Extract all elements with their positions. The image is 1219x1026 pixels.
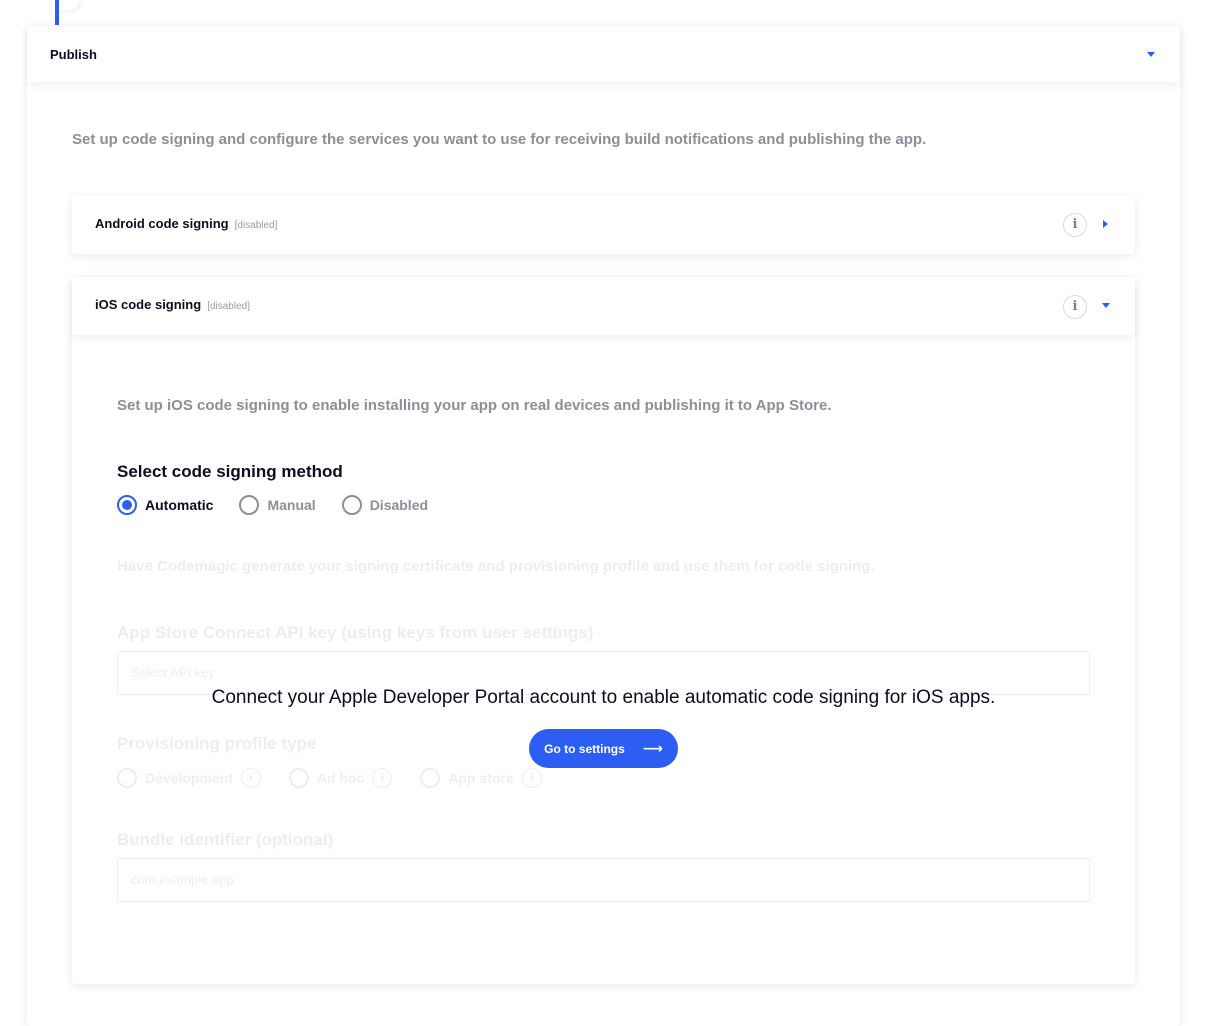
previous-panel-corner — [58, 0, 80, 10]
caret-right-icon[interactable] — [1103, 220, 1108, 228]
publish-header[interactable]: Publish — [27, 26, 1180, 82]
ios-title-text: iOS code signing — [95, 297, 202, 312]
info-icon[interactable]: i — [1063, 295, 1087, 319]
go-to-settings-label: Go to settings — [544, 741, 625, 756]
radio-disabled-label: Disabled — [369, 497, 429, 513]
radio-empty-icon[interactable] — [239, 495, 260, 515]
automatic-intro-text: Have Codemagic generate your signing cer… — [117, 558, 875, 575]
ios-code-signing-section: iOS code signing [disabled] i Set up iOS … — [72, 277, 1135, 984]
caret-down-icon[interactable] — [1102, 303, 1110, 308]
ios-description: Set up iOS code signing to enable instal… — [117, 397, 832, 414]
radio-selected-icon[interactable] — [117, 495, 137, 515]
method-heading: Select code signing method — [117, 462, 343, 481]
profile-type-label: Provisioning profile type — [117, 734, 317, 753]
radio-empty-icon[interactable] — [341, 495, 362, 515]
publish-panel: Publish Set up code signing and configur… — [27, 26, 1180, 1026]
radio-empty-icon — [117, 768, 137, 788]
bundle-id-placeholder: com.example.app — [131, 872, 234, 887]
radio-empty-icon — [288, 768, 309, 788]
bundle-id-input: com.example.app — [117, 858, 1090, 902]
radio-manual-label: Manual — [267, 497, 316, 513]
publish-title: Publish — [50, 47, 97, 62]
ios-section-title: iOS code signing [disabled] — [95, 297, 250, 312]
android-section-title: Android code signing [disabled] — [95, 216, 277, 231]
disabled-form-preview: Have Codemagic generate your signing cer… — [72, 277, 1135, 984]
info-icon: i — [521, 768, 542, 788]
profile-type-radio-group: Development i Ad hoc i App store i — [117, 768, 570, 788]
radio-disabled[interactable]: Disabled — [341, 495, 429, 515]
radio-automatic-label: Automatic — [145, 497, 214, 513]
radio-automatic[interactable]: Automatic — [117, 495, 213, 515]
radio-manual[interactable]: Manual — [239, 495, 316, 515]
publish-description: Set up code signing and configure the se… — [72, 131, 927, 148]
go-to-settings-button[interactable]: Go to settings ⟶ — [529, 729, 678, 768]
connect-account-message: Connect your Apple Developer Portal acco… — [211, 687, 996, 708]
android-code-signing-section: Android code signing [disabled] i — [72, 196, 1135, 254]
info-icon: i — [240, 768, 261, 788]
signing-method-radio-group: Automatic Manual Disabled — [117, 495, 454, 515]
profile-adhoc-label: Ad hoc — [316, 770, 365, 786]
radio-empty-icon — [420, 768, 441, 788]
info-icon: i — [372, 768, 393, 788]
profile-development-label: Development — [145, 770, 233, 786]
android-title-text: Android code signing — [95, 216, 229, 231]
api-key-placeholder: Select API key — [131, 665, 215, 680]
status-badge: [disabled] — [234, 220, 278, 231]
caret-down-icon[interactable] — [1147, 52, 1155, 57]
info-icon[interactable]: i — [1063, 213, 1087, 237]
profile-appstore-label: App store — [448, 770, 514, 786]
android-section-header[interactable]: Android code signing [disabled] i — [72, 196, 1135, 254]
api-key-label: App Store Connect API key (using keys fr… — [117, 623, 594, 642]
accent-bar — [55, 0, 59, 25]
arrow-right-icon: ⟶ — [642, 740, 663, 756]
ios-section-header[interactable]: iOS code signing [disabled] i — [72, 277, 1135, 335]
bundle-id-label: Bundle identifier (optional) — [117, 830, 334, 849]
status-badge: [disabled] — [207, 301, 250, 312]
